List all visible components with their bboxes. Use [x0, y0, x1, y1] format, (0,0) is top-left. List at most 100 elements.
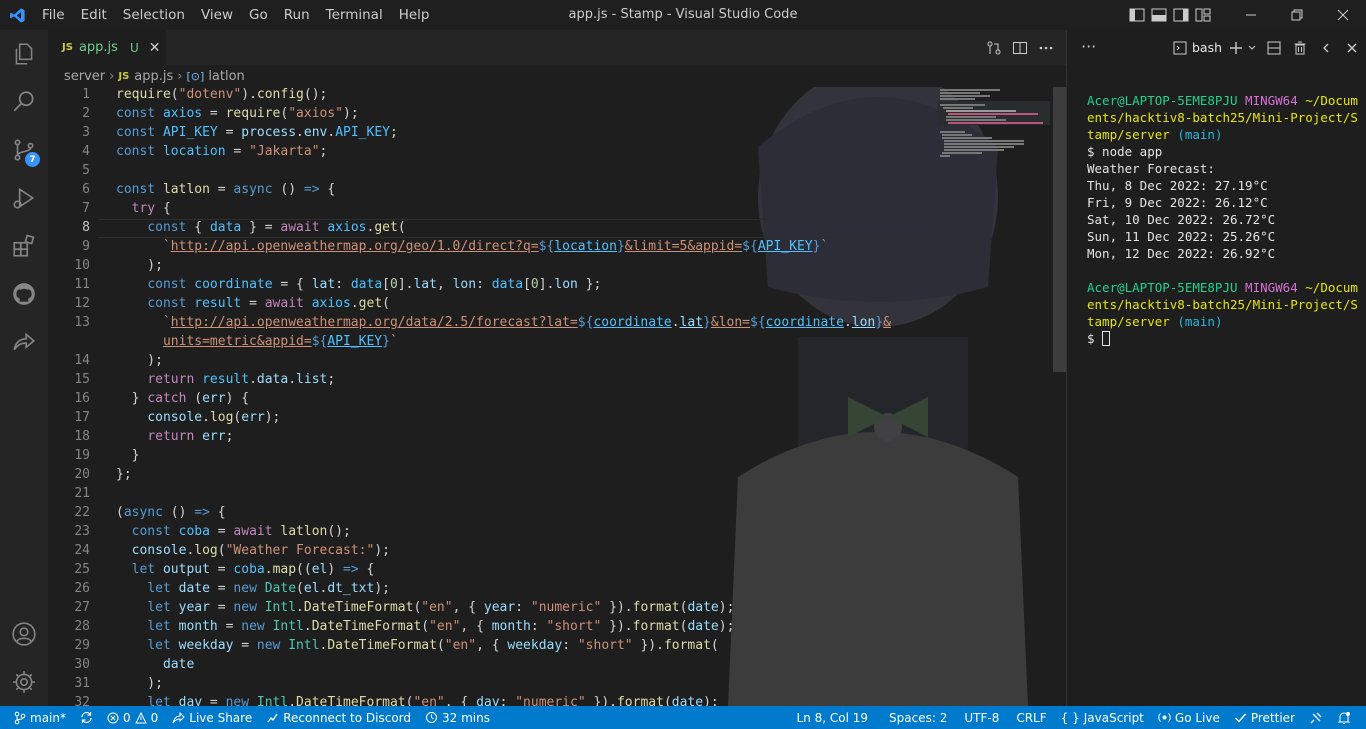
- line-number: 28: [74, 619, 90, 634]
- code-line: );: [116, 353, 163, 368]
- line-number: 31: [74, 676, 90, 691]
- split-terminal-icon[interactable]: [1265, 39, 1283, 57]
- close-tab-icon[interactable]: ✕: [149, 40, 161, 56]
- close-panel-icon[interactable]: [1343, 39, 1361, 57]
- minimap[interactable]: [938, 87, 1050, 197]
- prettier-label: Prettier: [1250, 710, 1295, 725]
- menu-item-edit[interactable]: Edit: [73, 0, 115, 30]
- terminal-output-line: Sat, 10 Dec 2022: 26.72°C: [1087, 212, 1276, 227]
- more-actions-icon[interactable]: [1036, 38, 1056, 58]
- explorer-icon[interactable]: [0, 30, 48, 78]
- split-editor-icon[interactable]: [1010, 38, 1030, 58]
- extensions-icon[interactable]: [0, 222, 48, 270]
- line-number: 20: [74, 467, 90, 482]
- code-line: let day = new Intl.DateTimeFormat("en", …: [147, 695, 719, 706]
- menu-item-help[interactable]: Help: [391, 0, 438, 30]
- line-ending[interactable]: CRLF: [1006, 706, 1053, 729]
- tab-app-js[interactable]: JS app.js U ✕: [48, 30, 166, 65]
- source-control-badge: 7: [25, 152, 40, 167]
- menu-item-terminal[interactable]: Terminal: [318, 0, 391, 30]
- new-terminal-icon[interactable]: [1227, 39, 1245, 57]
- encoding[interactable]: UTF-8: [954, 706, 1006, 729]
- line-number: 7: [82, 201, 90, 216]
- github-icon[interactable]: [0, 270, 48, 318]
- panel-more-actions[interactable]: ···: [1081, 37, 1096, 56]
- search-icon[interactable]: [0, 78, 48, 126]
- customize-layout-icon[interactable]: [1192, 0, 1214, 30]
- time-label: 32 mins: [442, 710, 490, 725]
- settings-gear-icon[interactable]: [0, 658, 48, 706]
- minimize-icon[interactable]: [1228, 0, 1274, 30]
- sync-icon[interactable]: [73, 706, 100, 729]
- go-live-button[interactable]: Go Live: [1151, 706, 1227, 729]
- chevron-right-icon: ›: [109, 68, 115, 84]
- status-bar-right: Ln 8, Col 19 Spaces: 2 UTF-8 CRLF { } Ja…: [790, 706, 1358, 729]
- menu-item-view[interactable]: View: [193, 0, 241, 30]
- breadcrumb-symbol[interactable]: latlon: [208, 69, 244, 84]
- source-control-icon[interactable]: 7: [0, 126, 48, 174]
- toggle-panel-icon[interactable]: [1148, 0, 1170, 30]
- code-line: const latlon = async () => {: [116, 182, 336, 197]
- feedback-icon[interactable]: [1302, 706, 1330, 729]
- chevron-down-icon[interactable]: [1247, 39, 1257, 57]
- error-icon: [107, 712, 119, 723]
- prettier-status[interactable]: Prettier: [1227, 706, 1302, 729]
- notifications-bell-icon[interactable]: [1330, 706, 1358, 729]
- code-editor[interactable]: 1 2 3 4 5 6 7 8 9 10 11 12 13 14 15 16 17 18 19 20 21 22 23 24 2…: [48, 87, 1066, 706]
- terminal-tab-bash[interactable]: bash: [1173, 30, 1222, 65]
- line-number: 12: [74, 296, 90, 311]
- git-branch-icon: [14, 711, 26, 724]
- toggle-secondary-sidebar-icon[interactable]: [1170, 0, 1192, 30]
- code-line: console.log(err);: [147, 410, 281, 425]
- toggle-primary-sidebar-icon[interactable]: [1126, 0, 1148, 30]
- code-line: let output = coba.map((el) => {: [131, 562, 375, 577]
- branch-status[interactable]: main*: [0, 706, 73, 729]
- problems-status[interactable]: 0 0: [100, 706, 165, 729]
- chevron-left-icon[interactable]: [1317, 39, 1335, 57]
- language-mode[interactable]: { } JavaScript: [1054, 706, 1151, 729]
- account-icon[interactable]: [0, 610, 48, 658]
- live-share-status[interactable]: Live Share: [165, 706, 259, 729]
- line-number: 9: [82, 239, 90, 254]
- live-share-icon[interactable]: [0, 318, 48, 366]
- terminal-output[interactable]: Acer@LAPTOP-5EME8PJU MINGW64 ~/Documents…: [1087, 92, 1362, 347]
- line-number: 4: [82, 144, 90, 159]
- scrollbar-thumb[interactable]: [1053, 87, 1066, 372]
- breadcrumb-file[interactable]: app.js: [134, 69, 173, 84]
- kill-terminal-trash-icon[interactable]: [1291, 39, 1309, 57]
- open-changes-icon[interactable]: [984, 38, 1004, 58]
- breadcrumb-folder[interactable]: server: [64, 69, 105, 84]
- code-line: const axios = require("axios");: [116, 106, 359, 121]
- code-line: );: [116, 258, 163, 273]
- code-line: const result = await axios.get(: [147, 296, 390, 311]
- terminal-input-line[interactable]: $: [1087, 330, 1362, 347]
- line-number: 1: [82, 87, 90, 102]
- discord-status[interactable]: Reconnect to Discord: [259, 706, 418, 729]
- line-number: 18: [74, 429, 90, 444]
- code-line: const location = "Jakarta";: [116, 144, 328, 159]
- line-number: 23: [74, 524, 90, 539]
- menu-item-run[interactable]: Run: [276, 0, 318, 30]
- indentation[interactable]: Spaces: 2: [875, 706, 954, 729]
- line-number: 32: [74, 695, 90, 706]
- menu-item-go[interactable]: Go: [241, 0, 276, 30]
- js-file-icon: JS: [62, 42, 73, 53]
- breadcrumb: server › JS app.js › [⊙] latlon: [48, 65, 1066, 87]
- line-number: 10: [74, 258, 90, 273]
- go-live-label: Go Live: [1174, 710, 1220, 725]
- code-line: return result.data.list;: [147, 372, 336, 387]
- line-number: 5: [82, 163, 90, 178]
- editor-tab-bar: JS app.js U ✕: [48, 30, 1066, 65]
- menu-item-selection[interactable]: Selection: [115, 0, 193, 30]
- line-number: 14: [74, 353, 90, 368]
- vertical-scrollbar[interactable]: [1053, 87, 1066, 706]
- menu-item-file[interactable]: File: [34, 0, 73, 30]
- run-debug-icon[interactable]: [0, 174, 48, 222]
- line-number: 25: [74, 562, 90, 577]
- warning-count: 0: [150, 710, 159, 725]
- time-tracker-status[interactable]: 32 mins: [418, 706, 497, 729]
- close-window-icon[interactable]: [1320, 0, 1366, 30]
- restore-icon[interactable]: [1274, 0, 1320, 30]
- line-number: 2: [82, 106, 90, 121]
- cursor-position[interactable]: Ln 8, Col 19: [790, 706, 876, 729]
